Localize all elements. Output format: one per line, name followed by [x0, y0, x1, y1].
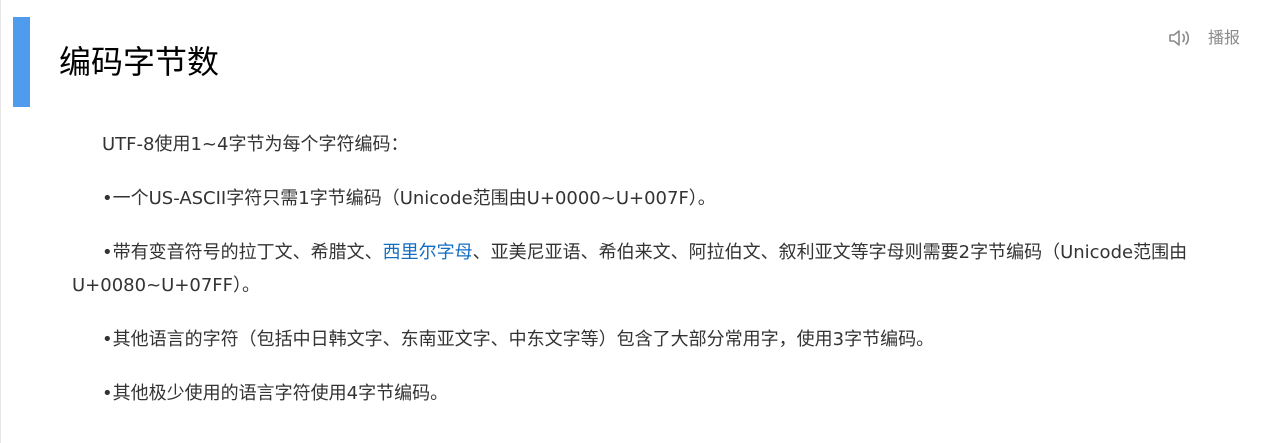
paragraph-two-byte-text-start: •带有变音符号的拉丁文、希腊文、: [102, 242, 383, 263]
speak-button[interactable]: 播报: [1168, 22, 1240, 54]
speak-label: 播报: [1208, 28, 1241, 47]
article-section: 编码字节数 播报 UTF-8使用1~4字节为每个字符编码： •一个US-ASCI…: [0, 0, 1282, 443]
article-body: UTF-8使用1~4字节为每个字符编码： •一个US-ASCII字符只需1字节编…: [72, 128, 1222, 431]
paragraph-two-byte: •带有变音符号的拉丁文、希腊文、西里尔字母、亚美尼亚语、希伯来文、阿拉伯文、叙利…: [72, 236, 1222, 302]
left-divider: [0, 0, 1, 443]
paragraph-four-byte: •其他极少使用的语言字符使用4字节编码。: [102, 383, 449, 404]
section-title: 编码字节数: [59, 43, 220, 81]
cyrillic-link[interactable]: 西里尔字母: [383, 242, 473, 263]
paragraph-intro: UTF-8使用1~4字节为每个字符编码：: [102, 134, 409, 155]
paragraph-ascii: •一个US-ASCII字符只需1字节编码（Unicode范围由U+0000~U+…: [102, 188, 716, 209]
paragraph-three-byte: •其他语言的字符（包括中日韩文字、东南亚文字、中东文字等）包含了大部分常用字，使…: [102, 329, 935, 350]
title-accent-bar: [13, 17, 30, 107]
speaker-icon: [1168, 28, 1194, 48]
